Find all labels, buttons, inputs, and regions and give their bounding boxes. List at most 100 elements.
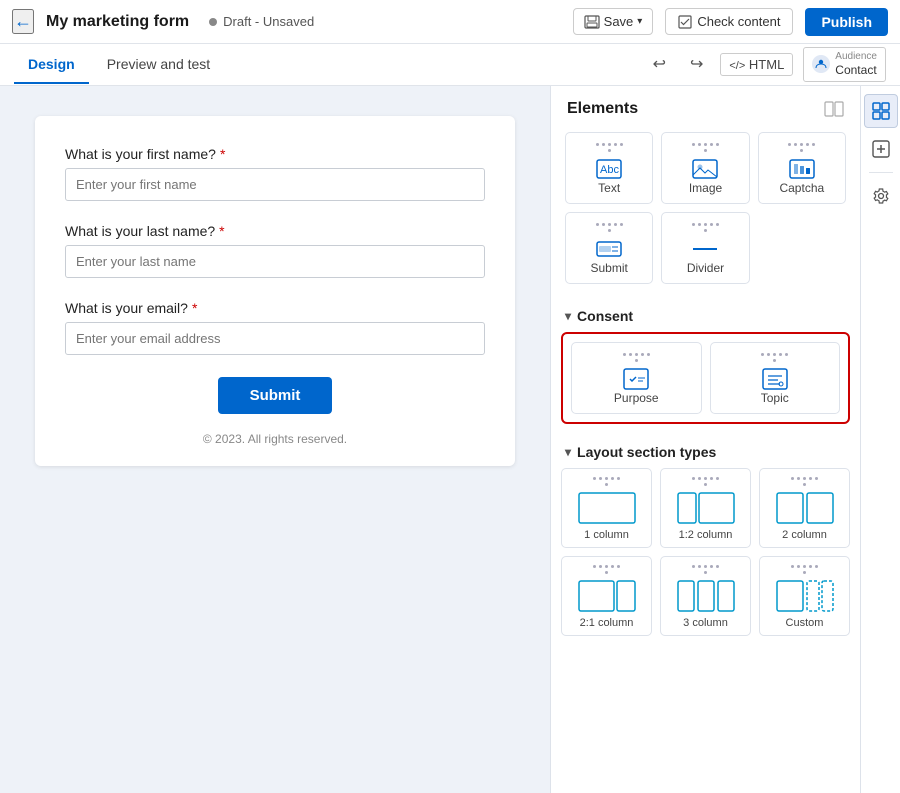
firstname-input[interactable]	[65, 168, 485, 201]
elements-title: Elements	[567, 100, 638, 118]
elements-layout-icon	[824, 101, 844, 117]
tab-preview[interactable]: Preview and test	[93, 46, 225, 84]
1col-icon	[577, 491, 637, 525]
dots	[595, 223, 623, 232]
save-button[interactable]: Save ▾	[573, 8, 654, 35]
undo-button[interactable]: ↩	[646, 49, 673, 79]
layout-section: ▾ Layout section types 1 column	[551, 436, 860, 636]
layout-2-1col[interactable]: 2:1 column	[561, 556, 652, 636]
layout-title: Layout section types	[577, 444, 716, 460]
publish-button[interactable]: Publish	[805, 8, 888, 36]
subheader: Design Preview and test ↩ ↪ </> HTML Aud…	[0, 44, 900, 86]
layout-chevron: ▾	[565, 445, 571, 459]
2-1col-icon	[577, 579, 637, 613]
layout-2col[interactable]: 2 column	[759, 468, 850, 548]
consent-box: Purpose Topic	[561, 332, 850, 424]
element-image[interactable]: Image	[661, 132, 749, 204]
consent-grid: Purpose Topic	[571, 342, 840, 414]
sidebar-add-button[interactable]	[864, 132, 898, 166]
required-star-1: *	[220, 146, 225, 162]
svg-text:Abc: Abc	[600, 164, 619, 176]
audience-icon	[812, 55, 830, 73]
sidebar-settings-button[interactable]	[864, 179, 898, 213]
2col-label: 2 column	[782, 529, 827, 541]
dots	[691, 143, 719, 152]
element-topic[interactable]: Topic	[710, 342, 841, 414]
dots	[691, 223, 719, 232]
save-icon	[584, 15, 600, 29]
element-text[interactable]: Abc Text	[565, 132, 653, 204]
lastname-input[interactable]	[65, 245, 485, 278]
consent-section-header: ▾ Consent	[551, 298, 860, 330]
element-purpose[interactable]: Purpose	[571, 342, 702, 414]
check-content-button[interactable]: Check content	[665, 8, 793, 35]
add-sidebar-icon	[872, 140, 890, 158]
layout-grid: 1 column 1:2 column	[561, 468, 850, 636]
divider-icon	[691, 237, 719, 261]
consent-chevron: ▾	[565, 309, 571, 323]
dots	[622, 353, 650, 362]
layout-1-2col[interactable]: 1:2 column	[660, 468, 751, 548]
dots	[595, 143, 623, 152]
field-email-label: What is your email? *	[65, 300, 485, 316]
redo-button[interactable]: ↪	[683, 49, 710, 79]
1-2col-icon	[676, 491, 736, 525]
audience-badge[interactable]: Audience Contact	[803, 47, 886, 81]
submit-button[interactable]: Submit	[218, 377, 333, 414]
3col-icon	[676, 579, 736, 613]
layout-3col[interactable]: 3 column	[660, 556, 751, 636]
1-2col-label: 1:2 column	[679, 529, 733, 541]
3col-label: 3 column	[683, 617, 728, 629]
1col-label: 1 column	[584, 529, 629, 541]
tab-design[interactable]: Design	[14, 46, 89, 84]
purpose-label: Purpose	[614, 391, 659, 405]
html-button[interactable]: </> HTML	[720, 53, 793, 76]
layout-custom[interactable]: Custom	[759, 556, 850, 636]
dots	[593, 477, 621, 486]
required-star-3: *	[192, 300, 197, 316]
dots	[692, 565, 720, 574]
right-sidebar	[860, 86, 900, 793]
element-submit[interactable]: Submit	[565, 212, 653, 284]
custom-icon	[775, 579, 835, 613]
elements-header: Elements	[551, 86, 860, 128]
form-card: What is your first name? * What is your …	[35, 116, 515, 466]
custom-label: Custom	[786, 617, 824, 629]
dots	[791, 477, 819, 486]
form-footer: © 2023. All rights reserved.	[65, 432, 485, 446]
sidebar-elements-button[interactable]	[864, 94, 898, 128]
2-1col-label: 2:1 column	[580, 617, 634, 629]
image-label: Image	[689, 181, 722, 195]
canvas-area: What is your first name? * What is your …	[0, 86, 550, 793]
email-input[interactable]	[65, 322, 485, 355]
elements-grid: Abc Text Image	[551, 128, 860, 298]
check-content-icon	[678, 15, 692, 29]
elements-sidebar-icon	[872, 102, 890, 120]
dots	[791, 565, 819, 574]
required-star-2: *	[219, 223, 224, 239]
element-captcha[interactable]: Captcha	[758, 132, 846, 204]
field-lastname-group: What is your last name? *	[65, 223, 485, 278]
field-email-group: What is your email? *	[65, 300, 485, 355]
field-firstname-group: What is your first name? *	[65, 146, 485, 201]
dots	[788, 143, 816, 152]
settings-sidebar-icon	[872, 187, 890, 205]
purpose-icon	[622, 367, 650, 391]
divider-label: Divider	[687, 261, 724, 275]
layout-1col[interactable]: 1 column	[561, 468, 652, 548]
back-button[interactable]: ←	[12, 9, 34, 34]
submit-row: Submit	[65, 377, 485, 414]
image-icon	[691, 157, 719, 181]
topic-label: Topic	[761, 391, 789, 405]
dots	[593, 565, 621, 574]
topic-icon	[761, 367, 789, 391]
submit-icon	[595, 237, 623, 261]
text-icon: Abc	[595, 157, 623, 181]
page-title: My marketing form	[46, 13, 189, 31]
consent-title: Consent	[577, 308, 633, 324]
html-icon: </>	[729, 60, 745, 72]
dots	[761, 353, 789, 362]
field-lastname-label: What is your last name? *	[65, 223, 485, 239]
app-header: ← My marketing form Draft - Unsaved Save…	[0, 0, 900, 44]
element-divider[interactable]: Divider	[661, 212, 749, 284]
